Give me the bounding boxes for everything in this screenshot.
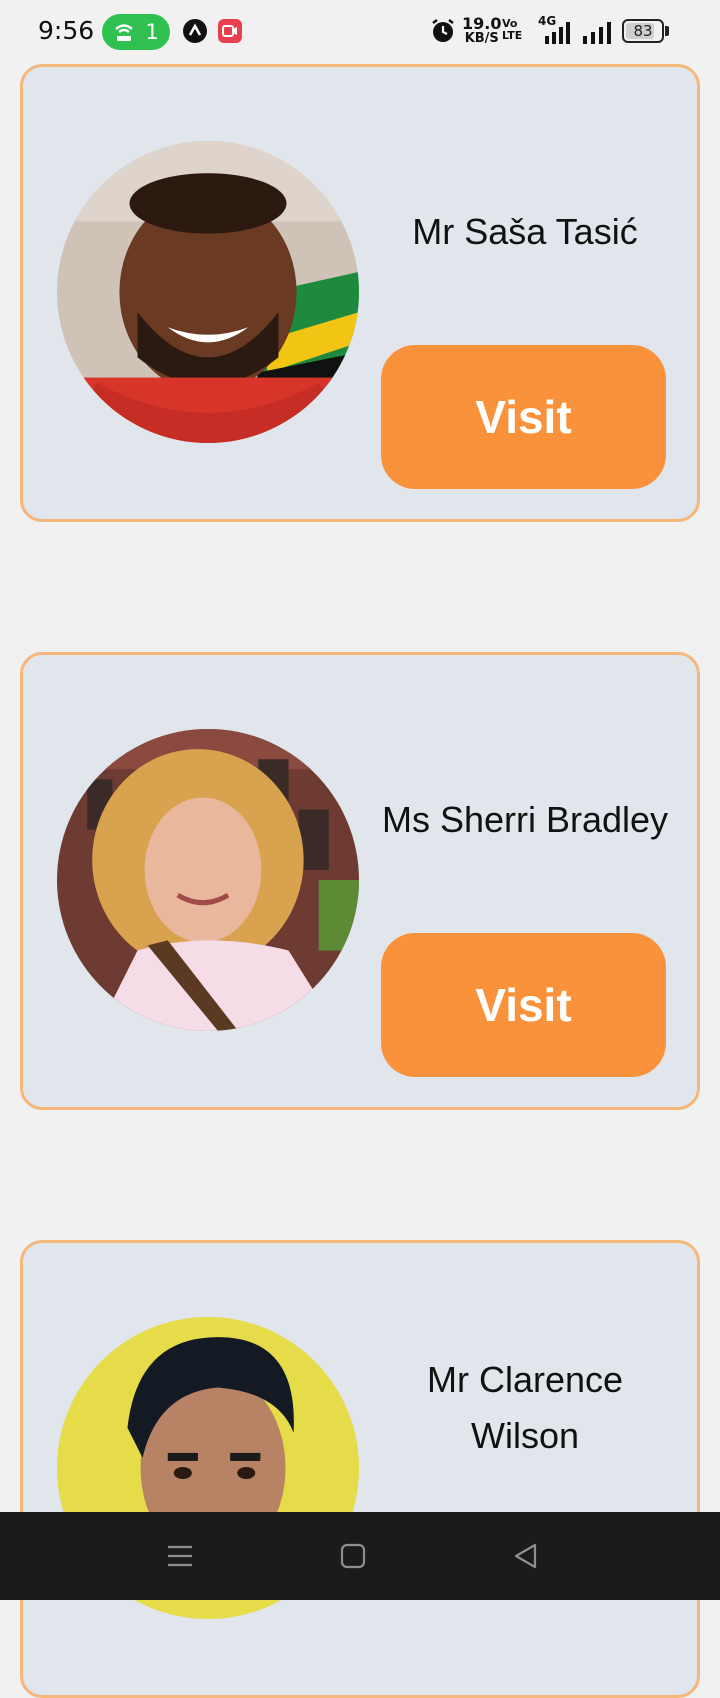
person-name: Ms Sherri Bradley: [381, 799, 669, 840]
screen-record-icon: [218, 19, 242, 43]
battery-level: 83: [633, 22, 653, 40]
person-card: Mr Saša Tasić Visit: [20, 64, 700, 522]
person-card: Ms Sherri Bradley Visit: [20, 652, 700, 1110]
visit-button[interactable]: Visit: [381, 933, 666, 1077]
system-nav-bar: [0, 1512, 720, 1600]
person-card: Mr Clarence Wilson: [20, 1240, 700, 1698]
signal-icon: [583, 22, 611, 44]
avatar-photo: [57, 729, 359, 1031]
battery-tip: [665, 26, 669, 36]
nav-app-icon: [183, 19, 207, 43]
alarm-icon: [432, 19, 454, 42]
hotspot-count: 1: [145, 20, 159, 44]
visit-button[interactable]: Visit: [381, 345, 666, 489]
avatar: [57, 141, 359, 443]
network-speed: 19.0 KB/S: [462, 14, 502, 46]
avatar: [57, 729, 359, 1031]
home-icon: [340, 1543, 366, 1569]
person-name: Mr Clarence Wilson: [426, 1359, 624, 1456]
menu-button[interactable]: [160, 1536, 200, 1576]
status-bar: 9:56 1 19.0 KB/S Vo LTE 4G 83: [0, 0, 720, 64]
network-speed-value: 19.0: [462, 14, 502, 33]
hotspot-icon: [115, 24, 134, 41]
hotspot-indicator[interactable]: 1: [102, 14, 170, 50]
volte-bottom-label: LTE: [502, 29, 523, 42]
volte-indicator: Vo LTE: [502, 18, 522, 42]
back-icon: [514, 1543, 537, 1569]
status-time: 9:56: [38, 16, 95, 45]
menu-icon: [168, 1545, 192, 1567]
battery-icon: 83: [622, 19, 664, 43]
back-button[interactable]: [506, 1536, 546, 1576]
person-name: Mr Saša Tasić: [412, 211, 638, 252]
home-button[interactable]: [333, 1536, 373, 1576]
signal-icon: [545, 22, 570, 44]
network-speed-unit: KB/S: [464, 31, 499, 46]
avatar-photo: [57, 141, 359, 443]
